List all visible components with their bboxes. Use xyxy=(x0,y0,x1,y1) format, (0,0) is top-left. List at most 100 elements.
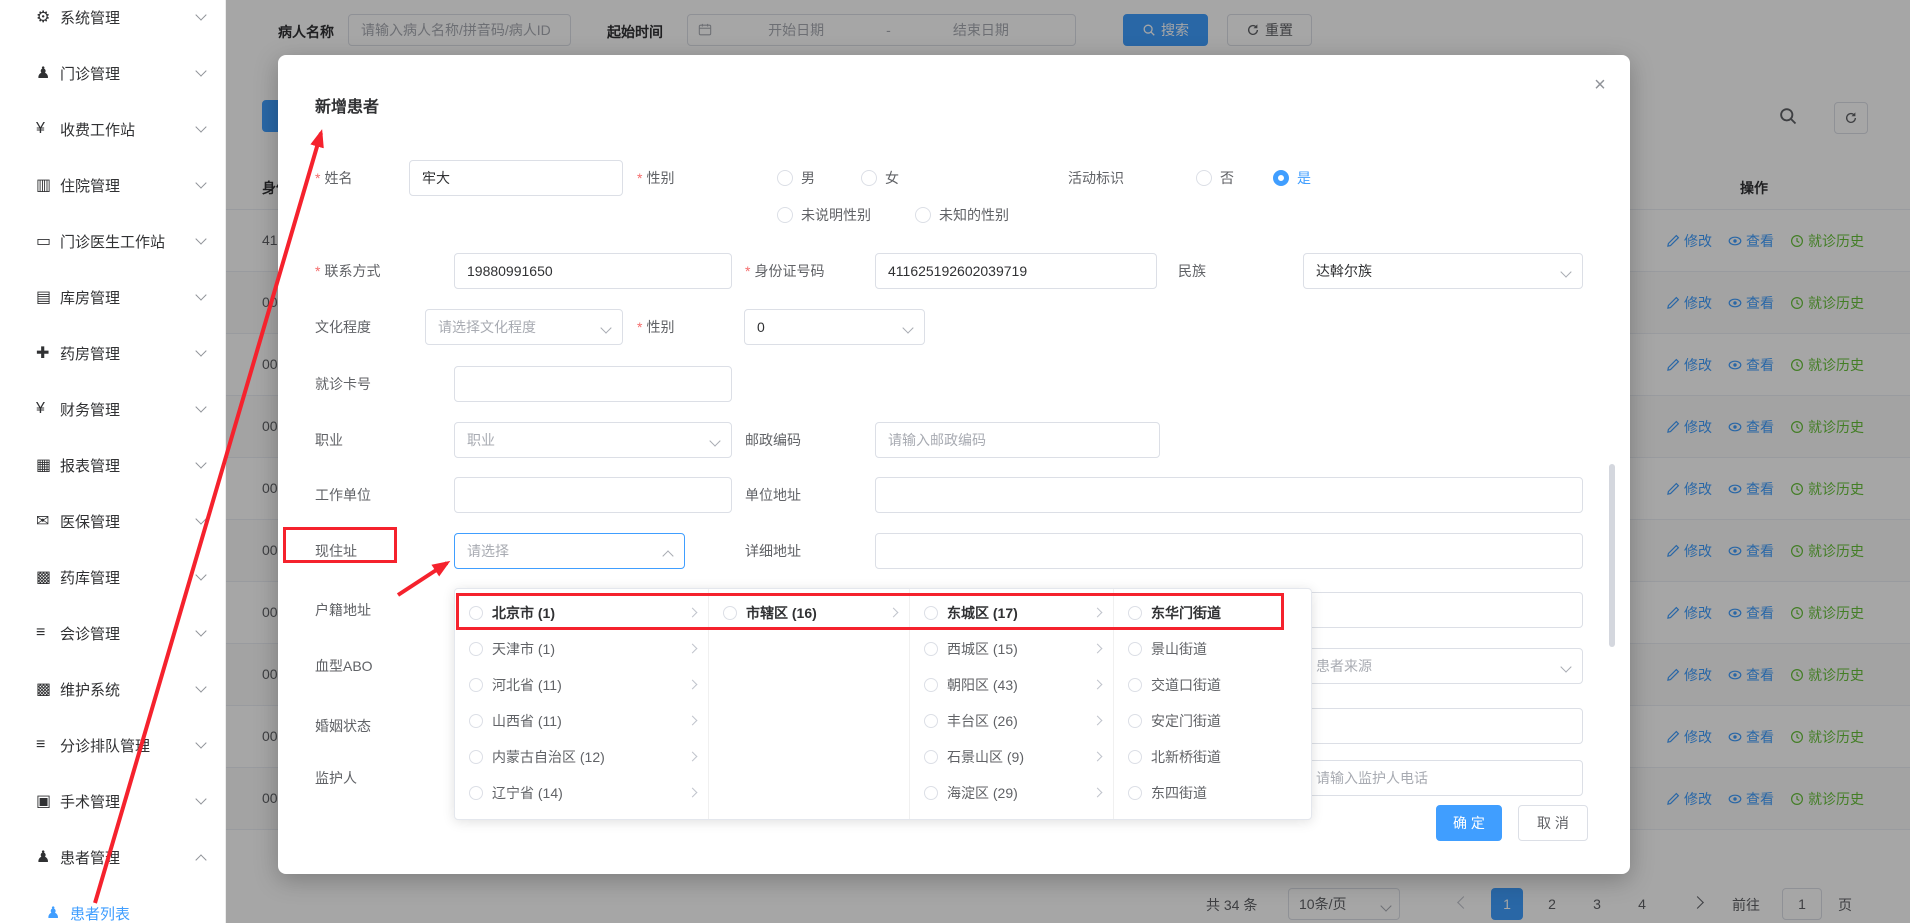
cascader-option[interactable]: 交道口街道 xyxy=(1114,667,1312,703)
cancel-button[interactable]: 取 消 xyxy=(1518,805,1588,841)
education-select[interactable]: 请选择文化程度 xyxy=(425,309,623,345)
chevron-icon xyxy=(195,513,206,524)
chevron-icon xyxy=(195,681,206,692)
radio-female[interactable]: 女 xyxy=(861,160,899,196)
id-number-input[interactable] xyxy=(875,253,1157,289)
radio-icon xyxy=(469,714,483,728)
cascader-option[interactable]: 东华门街道 xyxy=(1114,595,1312,631)
radio-checked-icon xyxy=(1273,170,1289,186)
radio-icon xyxy=(469,642,483,656)
user-icon: ♟ xyxy=(36,847,60,867)
sidebar-menu: ⚙ 系统管理 ♟ 门诊管理 ¥ 收费工作站 ▥ 住院管理 ▭ 门诊医生工作站 ▤ xyxy=(0,0,225,885)
close-icon[interactable]: × xyxy=(1586,71,1614,99)
cascader-option[interactable]: 河北省 (11) xyxy=(455,667,708,703)
dialog-scrollbar[interactable] xyxy=(1609,464,1615,647)
sidebar-item[interactable]: ≡ 分诊排队管理 xyxy=(0,717,225,773)
chevron-right-icon xyxy=(688,716,698,726)
radio-icon xyxy=(924,786,938,800)
sidebar-item[interactable]: ✚ 药房管理 xyxy=(0,325,225,381)
unit-address-input[interactable] xyxy=(875,477,1583,513)
monitor-icon: ▭ xyxy=(36,231,60,251)
chevron-icon xyxy=(195,177,206,188)
cascader-option[interactable]: 内蒙古自治区 (12) xyxy=(455,739,708,775)
cascader-option[interactable]: 东四街道 xyxy=(1114,775,1312,811)
chevron-right-icon xyxy=(1093,788,1103,798)
cascader-column-city: 市辖区 (16) xyxy=(709,589,910,819)
radio-active-no[interactable]: 否 xyxy=(1196,160,1234,196)
cascader-option[interactable]: 市辖区 (16) xyxy=(709,595,909,631)
sidebar-item[interactable]: ▩ 药库管理 xyxy=(0,549,225,605)
chevron-down-icon xyxy=(709,435,720,446)
name-label: *姓名 xyxy=(315,168,352,188)
cascader-option[interactable]: 西城区 (15) xyxy=(910,631,1113,667)
radio-gender-unstated[interactable]: 未说明性别 xyxy=(777,197,871,233)
radio-active-yes[interactable]: 是 xyxy=(1273,160,1311,196)
chevron-right-icon xyxy=(1093,644,1103,654)
cascader-option[interactable]: 东城区 (17) xyxy=(910,595,1113,631)
chevron-right-icon xyxy=(688,788,698,798)
list-icon: ≡ xyxy=(36,736,60,754)
sidebar-item[interactable]: ≡ 会诊管理 xyxy=(0,605,225,661)
cascader-option[interactable]: 丰台区 (26) xyxy=(910,703,1113,739)
name-input[interactable] xyxy=(409,160,623,196)
sidebar-item[interactable]: ▭ 门诊医生工作站 xyxy=(0,213,225,269)
work-unit-input[interactable] xyxy=(454,477,732,513)
sidebar-item[interactable]: ✉ 医保管理 xyxy=(0,493,225,549)
detail-address-input[interactable] xyxy=(875,533,1583,569)
radio-icon xyxy=(1196,170,1212,186)
chevron-right-icon xyxy=(688,644,698,654)
sidebar-item-patient-list[interactable]: ♟ 患者列表 xyxy=(0,885,225,923)
cascader-option[interactable]: 安定门街道 xyxy=(1114,703,1312,739)
sidebar-item[interactable]: ▦ 报表管理 xyxy=(0,437,225,493)
card-number-input[interactable] xyxy=(454,366,732,402)
radio-male[interactable]: 男 xyxy=(777,160,815,196)
chevron-right-icon xyxy=(688,752,698,762)
sidebar-item[interactable]: ⚙ 系统管理 xyxy=(0,0,225,45)
cascader-option[interactable]: 石景山区 (9) xyxy=(910,739,1113,775)
sidebar-item[interactable]: ¥ 财务管理 xyxy=(0,381,225,437)
chevron-icon xyxy=(195,9,206,20)
card-number-label: 就诊卡号 xyxy=(315,374,371,394)
yen-icon: ¥ xyxy=(36,120,60,138)
ethnicity-select[interactable]: 达斡尔族 xyxy=(1303,253,1583,289)
cascader-option[interactable]: 海淀区 (29) xyxy=(910,775,1113,811)
sidebar-item[interactable]: ▥ 住院管理 xyxy=(0,157,225,213)
cascader-option[interactable]: 天津市 (1) xyxy=(455,631,708,667)
chevron-right-icon xyxy=(1093,608,1103,618)
chevron-right-icon xyxy=(1093,716,1103,726)
current-address-label: 现住址 xyxy=(315,541,357,561)
cascader-option[interactable]: 北京市 (1) xyxy=(455,595,708,631)
sidebar-item[interactable]: ♟ 门诊管理 xyxy=(0,45,225,101)
postal-code-input[interactable] xyxy=(875,422,1160,458)
radio-icon xyxy=(924,750,938,764)
sidebar-item[interactable]: ♟ 患者管理 xyxy=(0,829,225,885)
sidebar-item[interactable]: ▤ 库房管理 xyxy=(0,269,225,325)
cascader-option[interactable]: 辽宁省 (14) xyxy=(455,775,708,811)
gender2-select[interactable]: 0 xyxy=(744,309,925,345)
cascader-option[interactable]: 北新桥街道 xyxy=(1114,739,1312,775)
cascader-column-street: 东华门街道景山街道交道口街道安定门街道北新桥街道东四街道 xyxy=(1114,589,1312,819)
cascader-option[interactable]: 景山街道 xyxy=(1114,631,1312,667)
cascader-option[interactable]: 山西省 (11) xyxy=(455,703,708,739)
chevron-down-icon xyxy=(1560,661,1571,672)
radio-gender-unknown[interactable]: 未知的性别 xyxy=(915,197,1009,233)
radio-icon xyxy=(777,207,793,223)
sidebar-item[interactable]: ¥ 收费工作站 xyxy=(0,101,225,157)
radio-icon xyxy=(1128,678,1142,692)
work-unit-label: 工作单位 xyxy=(315,485,371,505)
id-number-label: *身份证号码 xyxy=(745,261,824,281)
right-column-input[interactable] xyxy=(1303,708,1583,744)
patient-source-select[interactable]: 患者来源 xyxy=(1303,648,1583,684)
occupation-select[interactable]: 职业 xyxy=(454,422,732,458)
guardian-phone-input[interactable] xyxy=(1303,760,1583,796)
chevron-icon xyxy=(195,233,206,244)
contact-input[interactable] xyxy=(454,253,732,289)
user-icon: ♟ xyxy=(46,903,70,923)
current-address-select[interactable]: 请选择 xyxy=(454,533,685,569)
confirm-button[interactable]: 确 定 xyxy=(1436,805,1502,841)
sidebar-item[interactable]: ▩ 维护系统 xyxy=(0,661,225,717)
cascader-option[interactable]: 朝阳区 (43) xyxy=(910,667,1113,703)
sidebar-item[interactable]: ▣ 手术管理 xyxy=(0,773,225,829)
radio-icon xyxy=(924,678,938,692)
radio-icon xyxy=(469,750,483,764)
